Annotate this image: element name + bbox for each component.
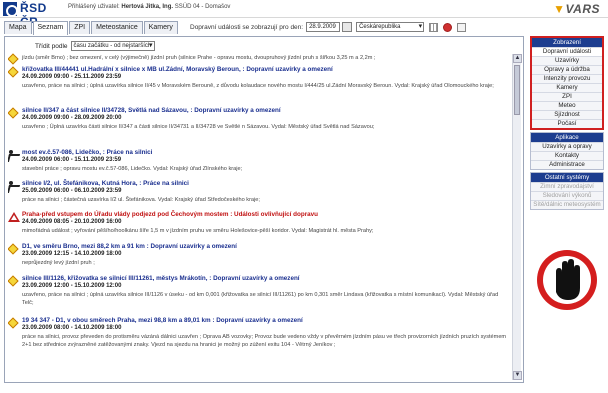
sidebar-group-header: Aplikace bbox=[531, 133, 603, 142]
stop-hand-logo bbox=[530, 222, 604, 342]
sidebar-group-zobrazeni: Zobrazení Dopravní události Uzavírky Opr… bbox=[530, 36, 604, 130]
user-info: Přihlášený uživatel: Hertová Jitka, Ing.… bbox=[68, 4, 230, 10]
event-time: 23.09.2009 08:00 - 14.10.2009 18:00 bbox=[22, 325, 122, 331]
road-sign-icon bbox=[8, 317, 19, 329]
sidebar-item-kamery[interactable]: Kamery bbox=[532, 83, 602, 92]
calendar-icon[interactable] bbox=[342, 22, 353, 32]
sidebar-group-header: Ostatní systémy bbox=[531, 173, 603, 182]
road-sign-icon bbox=[8, 275, 19, 287]
sidebar-item-uzavirky[interactable]: Uzavírky bbox=[532, 56, 602, 65]
user-name: Hertová Jitka, Ing. bbox=[121, 4, 174, 10]
tab-seznam[interactable]: Seznam bbox=[32, 21, 69, 35]
road-sign-icon bbox=[8, 107, 19, 119]
date-filter-label: Dopravní události se zobrazují pro den: bbox=[190, 23, 304, 31]
event-description: práce na silnici ; částečná uzavírka I/2… bbox=[22, 197, 260, 203]
rsd-logo-icon bbox=[3, 2, 18, 17]
sidebar-item-intenzity[interactable]: Intenzity provozu bbox=[532, 74, 602, 83]
table-icon[interactable] bbox=[429, 22, 439, 32]
sidebar-group-aplikace: Aplikace Uzavírky a opravy Kontakty Admi… bbox=[530, 132, 604, 170]
event-title[interactable]: 19 34 347 - D1, v obou směrech Praha, me… bbox=[22, 317, 303, 324]
event-time: 24.09.2009 08:05 - 20.10.2009 16:00 bbox=[22, 219, 122, 225]
sort-row: Třídit podle času začátku - od nejstarší… bbox=[35, 41, 155, 51]
event-description: stavební práce ; opravu mostu ev.č.57-08… bbox=[22, 166, 243, 172]
sidebar-item-uzavirky-opravy[interactable]: Uzavírky a opravy bbox=[531, 142, 603, 151]
sort-label: Třídit podle bbox=[35, 42, 68, 50]
user-unit: SSÚD 04 - Domašov bbox=[174, 4, 231, 10]
tab-mapa[interactable]: Mapa bbox=[4, 21, 32, 34]
event-description: jízdu (směr Brno) ; bez omezení, v celý … bbox=[22, 55, 376, 61]
event-time: 24.09.2009 09:00 - 25.11.2009 23:59 bbox=[22, 74, 122, 80]
vars-brand: VARS bbox=[565, 2, 600, 16]
event-list-panel: Třídit podle času začátku - od nejstarší… bbox=[4, 36, 524, 383]
right-sidebar: Zobrazení Dopravní události Uzavírky Opr… bbox=[530, 36, 604, 212]
road-sign-icon bbox=[8, 53, 19, 65]
list-scrollbar[interactable]: ▲ ▼ bbox=[512, 54, 522, 380]
sidebar-item-zpi[interactable]: ZPI bbox=[532, 92, 602, 101]
road-sign-icon bbox=[8, 66, 19, 78]
event-description: uzavřeno, práce na silnici ; úplná uzaví… bbox=[22, 83, 494, 89]
roadwork-icon bbox=[8, 150, 18, 160]
top-bar: ŘSD ČR Přihlášený uživatel: Hertová Jitk… bbox=[0, 0, 608, 29]
sidebar-item-meteo[interactable]: Meteo bbox=[532, 101, 602, 110]
sort-select[interactable]: času začátku - od nejstarších bbox=[70, 41, 155, 51]
stop-icon[interactable] bbox=[443, 22, 453, 32]
event-title[interactable]: Praha-před vstupem do Úřadu vlády podjez… bbox=[22, 211, 318, 218]
event-description: uzavřeno, práce na silnici ; úplná uzaví… bbox=[22, 292, 499, 306]
print-icon[interactable] bbox=[457, 22, 467, 32]
event-time: 23.09.2009 12:15 - 14.10.2009 18:00 bbox=[22, 251, 122, 257]
sidebar-item-administrace[interactable]: Administrace bbox=[531, 160, 603, 169]
road-sign-icon bbox=[8, 243, 19, 255]
date-input[interactable]: 28.9.2009 bbox=[306, 22, 341, 32]
event-time: 24.09.2009 09:00 - 28.09.2009 20:00 bbox=[22, 115, 122, 121]
warning-icon bbox=[8, 212, 20, 222]
sidebar-group-header: Zobrazení bbox=[532, 38, 602, 47]
event-title[interactable]: D1, ve směru Brno, mezi 88,2 km a 91 km … bbox=[22, 243, 237, 250]
region-select[interactable]: Českárepublika bbox=[356, 22, 425, 32]
scroll-down-icon[interactable]: ▼ bbox=[513, 371, 522, 380]
event-title[interactable]: silnice II/347 a část silnice II/34728, … bbox=[22, 107, 281, 114]
user-label: Přihlášený uživatel: bbox=[68, 4, 120, 10]
sidebar-item-pocasi[interactable]: Počasí bbox=[532, 119, 602, 128]
event-title[interactable]: silnice III/1126, křižovatka se silnicí … bbox=[22, 275, 300, 282]
sidebar-item-sjizdnost[interactable]: Sjízdnost bbox=[532, 110, 602, 119]
sidebar-group-ostatni: Ostatní systémy Zimní zpravodajství Sled… bbox=[530, 172, 604, 210]
roadwork-icon bbox=[8, 181, 18, 191]
sidebar-item-meteosystem[interactable]: Sítě/dálnic meteosystém bbox=[531, 200, 603, 209]
scroll-thumb[interactable] bbox=[514, 65, 520, 115]
tab-zpi[interactable]: ZPI bbox=[69, 21, 91, 34]
date-filter-bar: Dopravní události se zobrazují pro den: … bbox=[190, 21, 467, 33]
tab-meteostanice[interactable]: Meteostanice bbox=[91, 21, 143, 34]
event-title[interactable]: křižovatka III/44441 ul.Hadrální x silni… bbox=[22, 66, 333, 73]
event-list: jízdu (směr Brno) ; bez omezení, v celý … bbox=[8, 53, 508, 381]
sidebar-item-kontakty[interactable]: Kontakty bbox=[531, 151, 603, 160]
stop-hand-icon bbox=[537, 250, 597, 310]
scroll-up-icon[interactable]: ▲ bbox=[513, 54, 522, 63]
event-time: 25.09.2009 06:00 - 06.10.2009 23:59 bbox=[22, 188, 122, 194]
vars-mark-icon: ▼ bbox=[553, 2, 566, 16]
sidebar-item-dopravni-udalosti[interactable]: Dopravní události bbox=[532, 47, 602, 56]
sidebar-item-sledovani[interactable]: Sledování výkonů bbox=[531, 191, 603, 200]
event-title[interactable]: silnice I/2, ul. Štefánikova, Kutná Hora… bbox=[22, 180, 189, 187]
event-description: neprůjezdný levý jízdní pruh ; bbox=[22, 260, 95, 266]
rsd-logo: ŘSD ČR bbox=[3, 1, 65, 29]
sidebar-item-zimni[interactable]: Zimní zpravodajství bbox=[531, 182, 603, 191]
tab-kamery[interactable]: Kamery bbox=[143, 21, 178, 34]
vars-logo: ▼VARS bbox=[553, 2, 600, 16]
view-tabs: Mapa Seznam ZPI Meteostanice Kamery bbox=[4, 21, 179, 35]
event-description: uzavřeno ; Úplná uzavírka části silnice … bbox=[22, 124, 375, 130]
event-title[interactable]: most ev.č.57-086, Lidečko, : Práce na si… bbox=[22, 149, 152, 156]
event-description: práce na silnici, provoz převeden do pro… bbox=[22, 334, 507, 348]
sidebar-item-opravy[interactable]: Opravy a údržba bbox=[532, 65, 602, 74]
event-time: 23.09.2009 12:00 - 15.10.2009 12:00 bbox=[22, 283, 122, 289]
event-time: 24.09.2009 06:00 - 15.11.2009 23:59 bbox=[22, 157, 122, 163]
event-description: mimořádná událost ; vyřování pěšího/hool… bbox=[22, 228, 374, 234]
